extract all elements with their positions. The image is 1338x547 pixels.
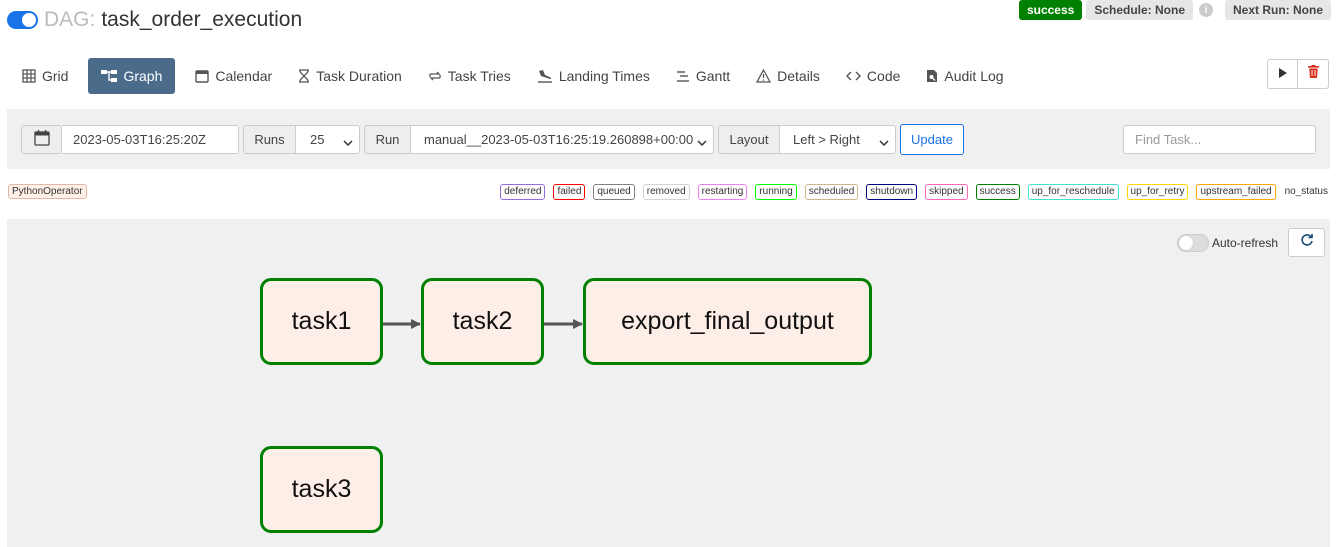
base-date-value: 2023-05-03T16:25:20Z: [73, 132, 206, 147]
run-label-text: Run: [375, 132, 400, 147]
layout-label: Layout: [718, 125, 780, 154]
runs-select[interactable]: 25: [295, 125, 360, 154]
tab-task-duration[interactable]: Task Duration: [288, 58, 412, 94]
tab-label: Details: [777, 68, 820, 84]
retry-icon: [428, 69, 442, 83]
update-button[interactable]: Update: [900, 124, 964, 155]
info-icon[interactable]: i: [1199, 3, 1213, 17]
layout-select[interactable]: Left > Right: [779, 125, 896, 154]
tab-code[interactable]: Code: [836, 58, 910, 94]
state-chip-upstream-failed: upstream_failed: [1196, 184, 1276, 200]
tab-audit-log[interactable]: Audit Log: [916, 58, 1013, 94]
layout-select-value: Left > Right: [793, 132, 860, 147]
chevron-down-icon: [343, 135, 353, 150]
graph-canvas[interactable]: Auto-refresh task1 task2 export_final_ou…: [7, 219, 1330, 547]
play-icon: [1278, 65, 1288, 83]
plane-landing-icon: [537, 69, 553, 83]
legend: PythonOperator deferred failed queued re…: [0, 184, 1338, 200]
state-chip-running: running: [755, 184, 797, 200]
state-chip-skipped: skipped: [925, 184, 968, 200]
state-chip-up-for-retry: up_for_retry: [1126, 184, 1189, 200]
tab-task-tries[interactable]: Task Tries: [418, 58, 521, 94]
layout-label-text: Layout: [729, 132, 769, 147]
gantt-icon: [676, 69, 690, 83]
state-chip-restarting: restarting: [697, 184, 748, 200]
find-task-placeholder: Find Task...: [1135, 132, 1202, 147]
dag-actions: [1267, 59, 1329, 89]
state-chip-deferred: deferred: [500, 184, 546, 200]
graph-toolbar: 2023-05-03T16:25:20Z Runs 25 Run manual_…: [7, 109, 1330, 169]
tab-label: Code: [866, 68, 901, 84]
runs-label: Runs: [243, 125, 296, 154]
run-select[interactable]: manual__2023-05-03T16:25:19.260898+00:00: [410, 125, 714, 154]
run-select-value: manual__2023-05-03T16:25:19.260898+00:00: [424, 132, 694, 147]
hourglass-icon: [298, 69, 310, 83]
dag-edges: [383, 319, 583, 329]
tab-label: Audit Log: [944, 68, 1004, 84]
dag-title: task_order_execution: [101, 8, 303, 31]
task-node-label: task1: [291, 307, 352, 335]
tab-label: Task Duration: [316, 68, 402, 84]
state-chip-queued: queued: [593, 184, 635, 200]
dag-run-info: success Schedule: None i Next Run: None: [1018, 0, 1331, 20]
tab-graph[interactable]: Graph: [88, 58, 176, 94]
task-node-export-final-output[interactable]: export_final_output: [583, 278, 872, 365]
dag-header: DAG: task_order_execution: [7, 6, 302, 34]
tab-gantt[interactable]: Gantt: [666, 58, 740, 94]
base-date-input[interactable]: 2023-05-03T16:25:20Z: [62, 125, 239, 154]
calendar-icon: [33, 130, 50, 149]
tab-landing-times[interactable]: Landing Times: [527, 58, 660, 94]
tab-label: Gantt: [695, 68, 731, 84]
code-icon: [845, 70, 861, 82]
delete-dag-button[interactable]: [1298, 60, 1328, 88]
warning-triangle-icon: [756, 69, 772, 83]
chevron-down-icon: [879, 135, 889, 150]
state-legend: deferred failed queued removed restartin…: [500, 184, 1329, 200]
update-button-label: Update: [911, 132, 953, 147]
dag-prefix: DAG:: [44, 8, 96, 31]
runs-label-text: Runs: [254, 132, 285, 147]
schedule-badge: Schedule: None: [1086, 0, 1193, 20]
task-node-label: task3: [291, 475, 352, 503]
task-node-task3[interactable]: task3: [260, 446, 383, 533]
state-chip-failed: failed: [553, 184, 586, 200]
file-search-icon: [926, 69, 938, 83]
status-badge: success: [1018, 0, 1083, 20]
state-chip-shutdown: shutdown: [866, 184, 918, 200]
state-chip-removed: removed: [642, 184, 690, 200]
operator-legend-chip: PythonOperator: [8, 184, 87, 199]
task-node-label: task2: [452, 307, 513, 335]
trigger-dag-button[interactable]: [1268, 60, 1298, 88]
task-node-task2[interactable]: task2: [421, 278, 544, 365]
calendar-icon: [195, 69, 210, 83]
tab-label: Task Tries: [447, 68, 511, 84]
state-chip-scheduled: scheduled: [804, 184, 859, 200]
tab-calendar[interactable]: Calendar: [185, 58, 282, 94]
grid-icon: [22, 69, 36, 83]
runs-select-value: 25: [310, 132, 325, 147]
task-node-task1[interactable]: task1: [260, 278, 383, 365]
state-chip-up-for-reschedule: up_for_reschedule: [1027, 184, 1119, 200]
find-task-input[interactable]: Find Task...: [1123, 125, 1316, 154]
tab-label: Calendar: [215, 68, 273, 84]
tab-label: Landing Times: [558, 68, 650, 84]
tab-grid[interactable]: Grid: [12, 58, 78, 94]
run-label: Run: [364, 125, 411, 154]
chevron-down-icon: [697, 135, 707, 150]
next-run-badge: Next Run: None: [1225, 0, 1331, 20]
trash-icon: [1307, 65, 1319, 83]
task-node-label: export_final_output: [621, 307, 834, 335]
graph-icon: [101, 69, 118, 83]
tab-label: Grid: [42, 68, 69, 84]
view-tabs: Grid Graph Calendar Task Duration Task T…: [12, 58, 1020, 94]
tab-details[interactable]: Details: [746, 58, 830, 94]
date-picker-button[interactable]: [21, 125, 62, 154]
dag-pause-toggle[interactable]: [7, 11, 38, 29]
tab-label: Graph: [123, 68, 163, 84]
state-chip-success: success: [975, 184, 1020, 200]
state-chip-no-status: no_status: [1283, 184, 1329, 200]
